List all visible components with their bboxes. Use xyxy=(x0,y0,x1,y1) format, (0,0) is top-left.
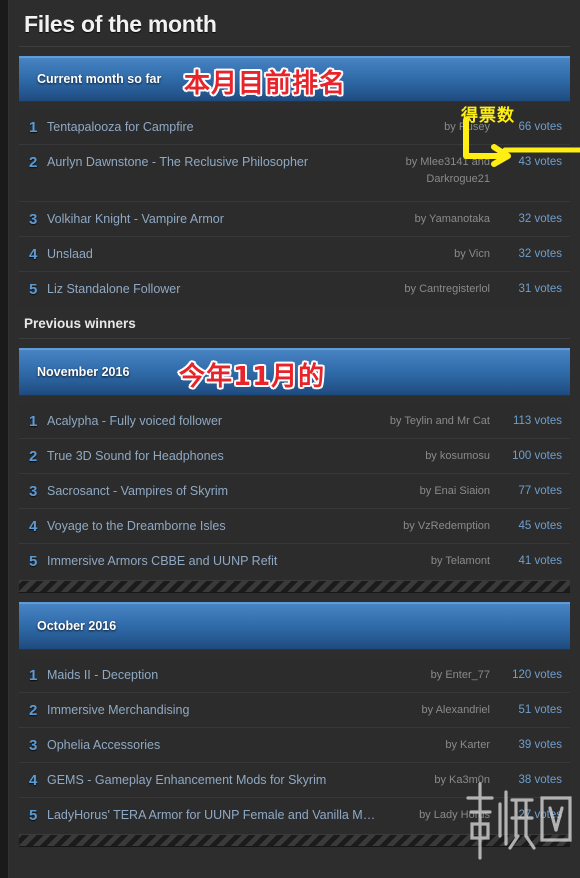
entry-title-link[interactable]: GEMS - Gameplay Enhancement Mods for Sky… xyxy=(45,772,378,789)
annotation-votes-label-cjk: 得票数 xyxy=(461,106,515,126)
entry-author[interactable]: by Karter xyxy=(378,737,500,754)
entry-title-link[interactable]: True 3D Sound for Headphones xyxy=(45,448,378,465)
list-item[interactable]: 1 Maids II - Deception by Enter_77 120 v… xyxy=(19,658,570,694)
entry-title-link[interactable]: Aurlyn Dawnstone - The Reclusive Philoso… xyxy=(45,154,378,171)
entry-rank: 5 xyxy=(29,807,38,825)
page-content: Files of the month Current month so far … xyxy=(9,0,580,878)
entry-title-link[interactable]: Volkihar Knight - Vampire Armor xyxy=(45,211,378,228)
entry-votes: 43 votes xyxy=(518,156,562,169)
entry-title-link[interactable]: Maids II - Deception xyxy=(45,667,378,684)
page-title: Files of the month xyxy=(24,11,217,37)
entry-rank: 1 xyxy=(29,413,38,431)
list-item[interactable]: 2 Aurlyn Dawnstone - The Reclusive Philo… xyxy=(19,145,570,203)
section-banner-november[interactable]: November 2016 今年11月的 xyxy=(19,348,570,397)
list-item[interactable]: 3 Sacrosanct - Vampires of Skyrim by Ena… xyxy=(19,474,570,510)
entry-list-current-month: 1 Tentapalooza for Campfire by Rusey 66 … xyxy=(19,110,570,308)
entry-author[interactable]: by Enter_77 xyxy=(378,667,500,684)
entry-votes: 41 votes xyxy=(518,555,562,568)
entry-title-link[interactable]: Unslaad xyxy=(45,246,378,263)
annotation-current-month-cjk: 本月目前排名 xyxy=(183,68,347,101)
entry-title-link[interactable]: Ophelia Accessories xyxy=(45,737,378,754)
entry-author[interactable]: by Enai Siaion xyxy=(378,483,500,500)
entry-author[interactable]: by Vicn xyxy=(378,246,500,263)
entry-votes: 38 votes xyxy=(518,774,562,787)
banner-label-current-month: Current month so far xyxy=(37,72,162,87)
entry-title-link[interactable]: Immersive Armors CBBE and UUNP Refit xyxy=(45,553,378,570)
list-item[interactable]: 5 Liz Standalone Follower by Cantregiste… xyxy=(19,272,570,307)
list-item[interactable]: 3 Volkihar Knight - Vampire Armor by Yam… xyxy=(19,202,570,238)
entry-list-november: 1 Acalypha - Fully voiced follower by Te… xyxy=(19,404,570,580)
list-item[interactable]: 2 Immersive Merchandising by Alexandriel… xyxy=(19,693,570,729)
entry-title-link[interactable]: Liz Standalone Follower xyxy=(45,281,378,298)
entry-title-link[interactable]: Acalypha - Fully voiced follower xyxy=(45,413,378,430)
entry-author[interactable]: by kosumosu xyxy=(378,448,500,465)
list-item[interactable]: 3 Ophelia Accessories by Karter 39 votes xyxy=(19,728,570,764)
entry-rank: 2 xyxy=(29,448,38,466)
entry-rank: 4 xyxy=(29,246,38,264)
entry-rank: 4 xyxy=(29,518,38,536)
entry-rank: 3 xyxy=(29,483,38,501)
banner-label-october: October 2016 xyxy=(37,619,117,634)
list-item[interactable]: 5 Immersive Armors CBBE and UUNP Refit b… xyxy=(19,544,570,579)
entry-votes: 120 votes xyxy=(512,669,562,682)
left-gutter-strip xyxy=(0,0,9,878)
list-item[interactable]: 4 GEMS - Gameplay Enhancement Mods for S… xyxy=(19,763,570,799)
list-item[interactable]: 4 Unslaad by Vicn 32 votes xyxy=(19,237,570,273)
entry-votes: 31 votes xyxy=(518,283,562,296)
list-item[interactable]: 2 True 3D Sound for Headphones by kosumo… xyxy=(19,439,570,475)
previous-winners-heading: Previous winners xyxy=(19,307,570,340)
entry-rank: 4 xyxy=(29,772,38,790)
entry-title-link[interactable]: Sacrosanct - Vampires of Skyrim xyxy=(45,483,378,500)
entry-author[interactable]: by Mlee3141 and Darkrogue21 xyxy=(378,154,500,188)
entry-author[interactable]: by VzRedemption xyxy=(378,518,500,535)
banner-label-november: November 2016 xyxy=(37,365,130,380)
entry-author[interactable]: by Telamont xyxy=(378,553,500,570)
entry-author[interactable]: by Cantregisterlol xyxy=(378,281,500,298)
entry-votes: 32 votes xyxy=(518,248,562,261)
entry-author[interactable]: by Yamanotaka xyxy=(378,211,500,228)
entry-rank: 1 xyxy=(29,119,38,137)
entry-title-link[interactable]: Immersive Merchandising xyxy=(45,702,378,719)
entry-author[interactable]: by Alexandriel xyxy=(378,702,500,719)
entry-rank: 5 xyxy=(29,281,38,299)
page-root: Files of the month Current month so far … xyxy=(0,0,580,878)
entry-votes: 51 votes xyxy=(518,704,562,717)
entry-votes: 27 votes xyxy=(518,809,562,822)
entry-rank: 3 xyxy=(29,211,38,229)
entry-rank: 3 xyxy=(29,737,38,755)
entry-votes: 39 votes xyxy=(518,739,562,752)
list-item[interactable]: 5 LadyHorus' TERA Armor for UUNP Female … xyxy=(19,798,570,833)
entry-rank: 2 xyxy=(29,702,38,720)
list-item[interactable]: 1 Acalypha - Fully voiced follower by Te… xyxy=(19,404,570,440)
entry-rank: 1 xyxy=(29,667,38,685)
entry-rank: 2 xyxy=(29,154,38,172)
entry-votes: 32 votes xyxy=(518,213,562,226)
page-title-container: Files of the month xyxy=(19,0,570,48)
entry-title-link[interactable]: LadyHorus' TERA Armor for UUNP Female an… xyxy=(45,807,378,824)
entry-title-link[interactable]: Tentapalooza for Campfire xyxy=(45,119,378,136)
section-divider-stripes xyxy=(19,580,570,594)
section-banner-current-month[interactable]: Current month so far 本月目前排名 xyxy=(19,56,570,103)
entry-author[interactable]: by Ka3m0n xyxy=(378,772,500,789)
entry-author[interactable]: by Lady Horus xyxy=(378,807,500,824)
section-divider-stripes-bottom xyxy=(19,834,570,848)
annotation-november-cjk: 今年11月的 xyxy=(178,361,326,394)
list-item[interactable]: 4 Voyage to the Dreamborne Isles by VzRe… xyxy=(19,509,570,545)
entry-title-link[interactable]: Voyage to the Dreamborne Isles xyxy=(45,518,378,535)
entry-list-october: 1 Maids II - Deception by Enter_77 120 v… xyxy=(19,658,570,834)
entry-author[interactable]: by Teylin and Mr Cat xyxy=(378,413,500,430)
entry-votes: 45 votes xyxy=(518,520,562,533)
entry-votes: 100 votes xyxy=(512,450,562,463)
entry-rank: 5 xyxy=(29,553,38,571)
section-banner-october[interactable]: October 2016 xyxy=(19,602,570,651)
entry-votes: 77 votes xyxy=(518,485,562,498)
entry-votes: 113 votes xyxy=(512,415,562,428)
